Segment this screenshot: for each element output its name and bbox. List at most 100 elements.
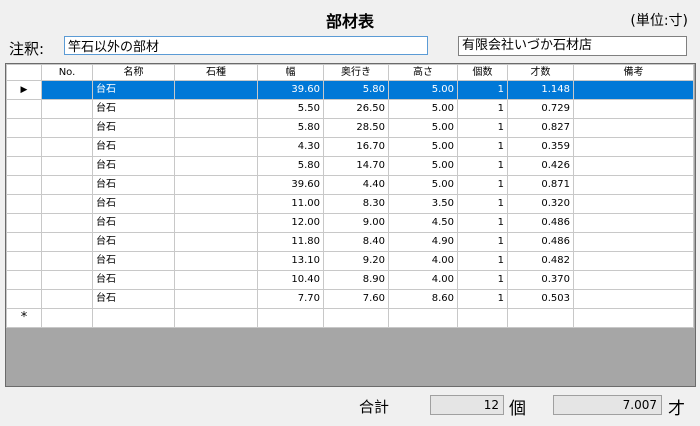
cell-height[interactable]: 5.00 bbox=[388, 175, 458, 195]
new-row-cell[interactable] bbox=[257, 308, 324, 328]
cell-volume[interactable]: 0.503 bbox=[507, 289, 574, 309]
cell-name[interactable]: 台石 bbox=[92, 99, 175, 119]
cell-count[interactable]: 1 bbox=[457, 80, 508, 100]
table-row[interactable]: 台石 11.80 8.40 4.90 1 0.486 bbox=[6, 232, 694, 252]
new-row-cell[interactable] bbox=[92, 308, 175, 328]
cell-height[interactable]: 4.00 bbox=[388, 251, 458, 271]
row-selector[interactable] bbox=[6, 175, 42, 195]
cell-width[interactable]: 11.00 bbox=[257, 194, 324, 214]
row-selector[interactable] bbox=[6, 118, 42, 138]
cell-width[interactable]: 39.60 bbox=[257, 80, 324, 100]
cell-count[interactable]: 1 bbox=[457, 118, 508, 138]
cell-volume[interactable]: 0.827 bbox=[507, 118, 574, 138]
cell-height[interactable]: 5.00 bbox=[388, 99, 458, 119]
cell-height[interactable]: 5.00 bbox=[388, 118, 458, 138]
cell-volume[interactable]: 0.320 bbox=[507, 194, 574, 214]
cell-name[interactable]: 台石 bbox=[92, 137, 175, 157]
table-row[interactable]: 台石 11.00 8.30 3.50 1 0.320 bbox=[6, 194, 694, 214]
cell-volume[interactable]: 0.871 bbox=[507, 175, 574, 195]
cell-height[interactable]: 4.90 bbox=[388, 232, 458, 252]
cell-depth[interactable]: 28.50 bbox=[323, 118, 389, 138]
row-selector[interactable] bbox=[6, 213, 42, 233]
cell-stone[interactable] bbox=[174, 194, 258, 214]
row-selector[interactable] bbox=[6, 251, 42, 271]
cell-remarks[interactable] bbox=[573, 137, 694, 157]
column-header-volume[interactable]: 才数 bbox=[507, 64, 574, 81]
cell-no[interactable] bbox=[41, 213, 93, 233]
cell-width[interactable]: 4.30 bbox=[257, 137, 324, 157]
cell-depth[interactable]: 14.70 bbox=[323, 156, 389, 176]
cell-volume[interactable]: 0.486 bbox=[507, 232, 574, 252]
cell-depth[interactable]: 7.60 bbox=[323, 289, 389, 309]
column-header-remarks[interactable]: 備考 bbox=[573, 64, 694, 81]
cell-stone[interactable] bbox=[174, 251, 258, 271]
cell-count[interactable]: 1 bbox=[457, 213, 508, 233]
column-header-depth[interactable]: 奥行き bbox=[323, 64, 389, 81]
new-row-cell[interactable] bbox=[573, 308, 694, 328]
cell-height[interactable]: 8.60 bbox=[388, 289, 458, 309]
cell-no[interactable] bbox=[41, 194, 93, 214]
cell-count[interactable]: 1 bbox=[457, 175, 508, 195]
cell-remarks[interactable] bbox=[573, 80, 694, 100]
cell-stone[interactable] bbox=[174, 118, 258, 138]
cell-remarks[interactable] bbox=[573, 232, 694, 252]
cell-name[interactable]: 台石 bbox=[92, 194, 175, 214]
cell-no[interactable] bbox=[41, 232, 93, 252]
row-selector[interactable] bbox=[6, 156, 42, 176]
note-input[interactable] bbox=[64, 36, 428, 55]
cell-depth[interactable]: 8.30 bbox=[323, 194, 389, 214]
cell-remarks[interactable] bbox=[573, 270, 694, 290]
row-selector[interactable] bbox=[6, 194, 42, 214]
cell-depth[interactable]: 8.40 bbox=[323, 232, 389, 252]
cell-remarks[interactable] bbox=[573, 118, 694, 138]
cell-name[interactable]: 台石 bbox=[92, 289, 175, 309]
cell-height[interactable]: 4.00 bbox=[388, 270, 458, 290]
cell-height[interactable]: 5.00 bbox=[388, 156, 458, 176]
table-row[interactable]: 台石 13.10 9.20 4.00 1 0.482 bbox=[6, 251, 694, 271]
new-row-cell[interactable] bbox=[507, 308, 574, 328]
cell-volume[interactable]: 0.482 bbox=[507, 251, 574, 271]
new-row-cell[interactable] bbox=[388, 308, 458, 328]
current-row-indicator[interactable]: ▶ bbox=[6, 80, 42, 100]
cell-height[interactable]: 3.50 bbox=[388, 194, 458, 214]
cell-count[interactable]: 1 bbox=[457, 194, 508, 214]
cell-no[interactable] bbox=[41, 118, 93, 138]
cell-no[interactable] bbox=[41, 289, 93, 309]
cell-name[interactable]: 台石 bbox=[92, 251, 175, 271]
cell-width[interactable]: 7.70 bbox=[257, 289, 324, 309]
column-header-name[interactable]: 名称 bbox=[92, 64, 175, 81]
new-row-cell[interactable] bbox=[323, 308, 389, 328]
cell-depth[interactable]: 9.00 bbox=[323, 213, 389, 233]
cell-width[interactable]: 10.40 bbox=[257, 270, 324, 290]
cell-depth[interactable]: 16.70 bbox=[323, 137, 389, 157]
cell-stone[interactable] bbox=[174, 232, 258, 252]
column-header-stone[interactable]: 石種 bbox=[174, 64, 258, 81]
cell-width[interactable]: 11.80 bbox=[257, 232, 324, 252]
cell-volume[interactable]: 0.370 bbox=[507, 270, 574, 290]
table-row[interactable]: 台石 39.60 4.40 5.00 1 0.871 bbox=[6, 175, 694, 195]
new-row-cell[interactable] bbox=[41, 308, 93, 328]
cell-no[interactable] bbox=[41, 251, 93, 271]
new-row-cell[interactable] bbox=[174, 308, 258, 328]
new-row-cell[interactable] bbox=[457, 308, 508, 328]
cell-width[interactable]: 5.80 bbox=[257, 118, 324, 138]
cell-name[interactable]: 台石 bbox=[92, 80, 175, 100]
cell-count[interactable]: 1 bbox=[457, 99, 508, 119]
cell-no[interactable] bbox=[41, 80, 93, 100]
cell-stone[interactable] bbox=[174, 175, 258, 195]
cell-count[interactable]: 1 bbox=[457, 232, 508, 252]
cell-no[interactable] bbox=[41, 175, 93, 195]
cell-height[interactable]: 5.00 bbox=[388, 80, 458, 100]
cell-no[interactable] bbox=[41, 99, 93, 119]
cell-depth[interactable]: 8.90 bbox=[323, 270, 389, 290]
cell-remarks[interactable] bbox=[573, 213, 694, 233]
table-row[interactable]: 台石 5.80 28.50 5.00 1 0.827 bbox=[6, 118, 694, 138]
cell-remarks[interactable] bbox=[573, 194, 694, 214]
cell-name[interactable]: 台石 bbox=[92, 175, 175, 195]
cell-depth[interactable]: 9.20 bbox=[323, 251, 389, 271]
column-header-width[interactable]: 幅 bbox=[257, 64, 324, 81]
cell-remarks[interactable] bbox=[573, 99, 694, 119]
row-selector[interactable] bbox=[6, 270, 42, 290]
cell-count[interactable]: 1 bbox=[457, 251, 508, 271]
cell-volume[interactable]: 1.148 bbox=[507, 80, 574, 100]
